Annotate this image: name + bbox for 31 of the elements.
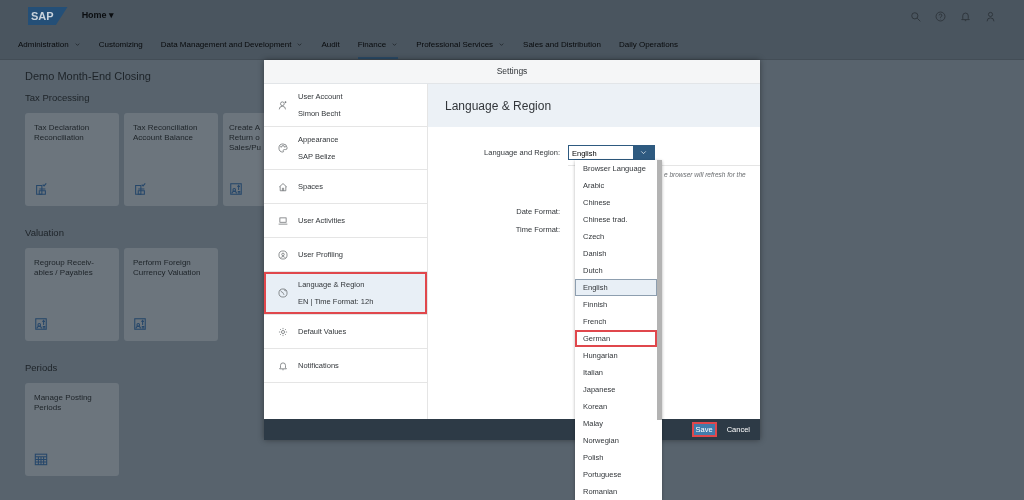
tile-title: Manage Posting Periods (34, 393, 93, 414)
document-icon (133, 317, 147, 331)
gear-icon (278, 326, 288, 337)
panel-title: Language & Region (428, 84, 760, 127)
document-icon (34, 317, 48, 331)
logo[interactable]: SAP (28, 6, 68, 26)
calendar-icon (34, 452, 48, 467)
tile-title: Regroup Receiv- ables / Payables (34, 258, 96, 278)
palette-icon (278, 143, 288, 153)
laptop-icon (278, 215, 288, 226)
section-title: Valuation (25, 225, 64, 240)
section-title: Periods (25, 361, 58, 375)
profile-icon (278, 249, 288, 260)
section-title: Tax Processing (25, 90, 90, 105)
person-icon[interactable] (985, 10, 996, 22)
bell-icon[interactable] (960, 10, 971, 22)
scrollbar-thumb[interactable] (657, 160, 662, 420)
page-title: Demo Month-End Closing (25, 69, 151, 84)
dialog-title: Settings (264, 60, 760, 84)
house-icon (278, 181, 288, 192)
tile-title: Tax Reconciliation Account Balance (133, 122, 199, 143)
checklist-icon (133, 181, 147, 196)
document-icon (229, 181, 243, 196)
search-icon[interactable] (910, 10, 921, 22)
help-icon[interactable] (935, 10, 946, 22)
bell-icon (278, 360, 288, 371)
checklist-icon (34, 181, 48, 196)
tile-title: Perform Foreign Currency Valuation (133, 258, 202, 278)
user-icon (278, 100, 288, 110)
chevron-icon (639, 148, 648, 157)
tile-title: Tax Declaration Reconciliation (34, 122, 91, 143)
